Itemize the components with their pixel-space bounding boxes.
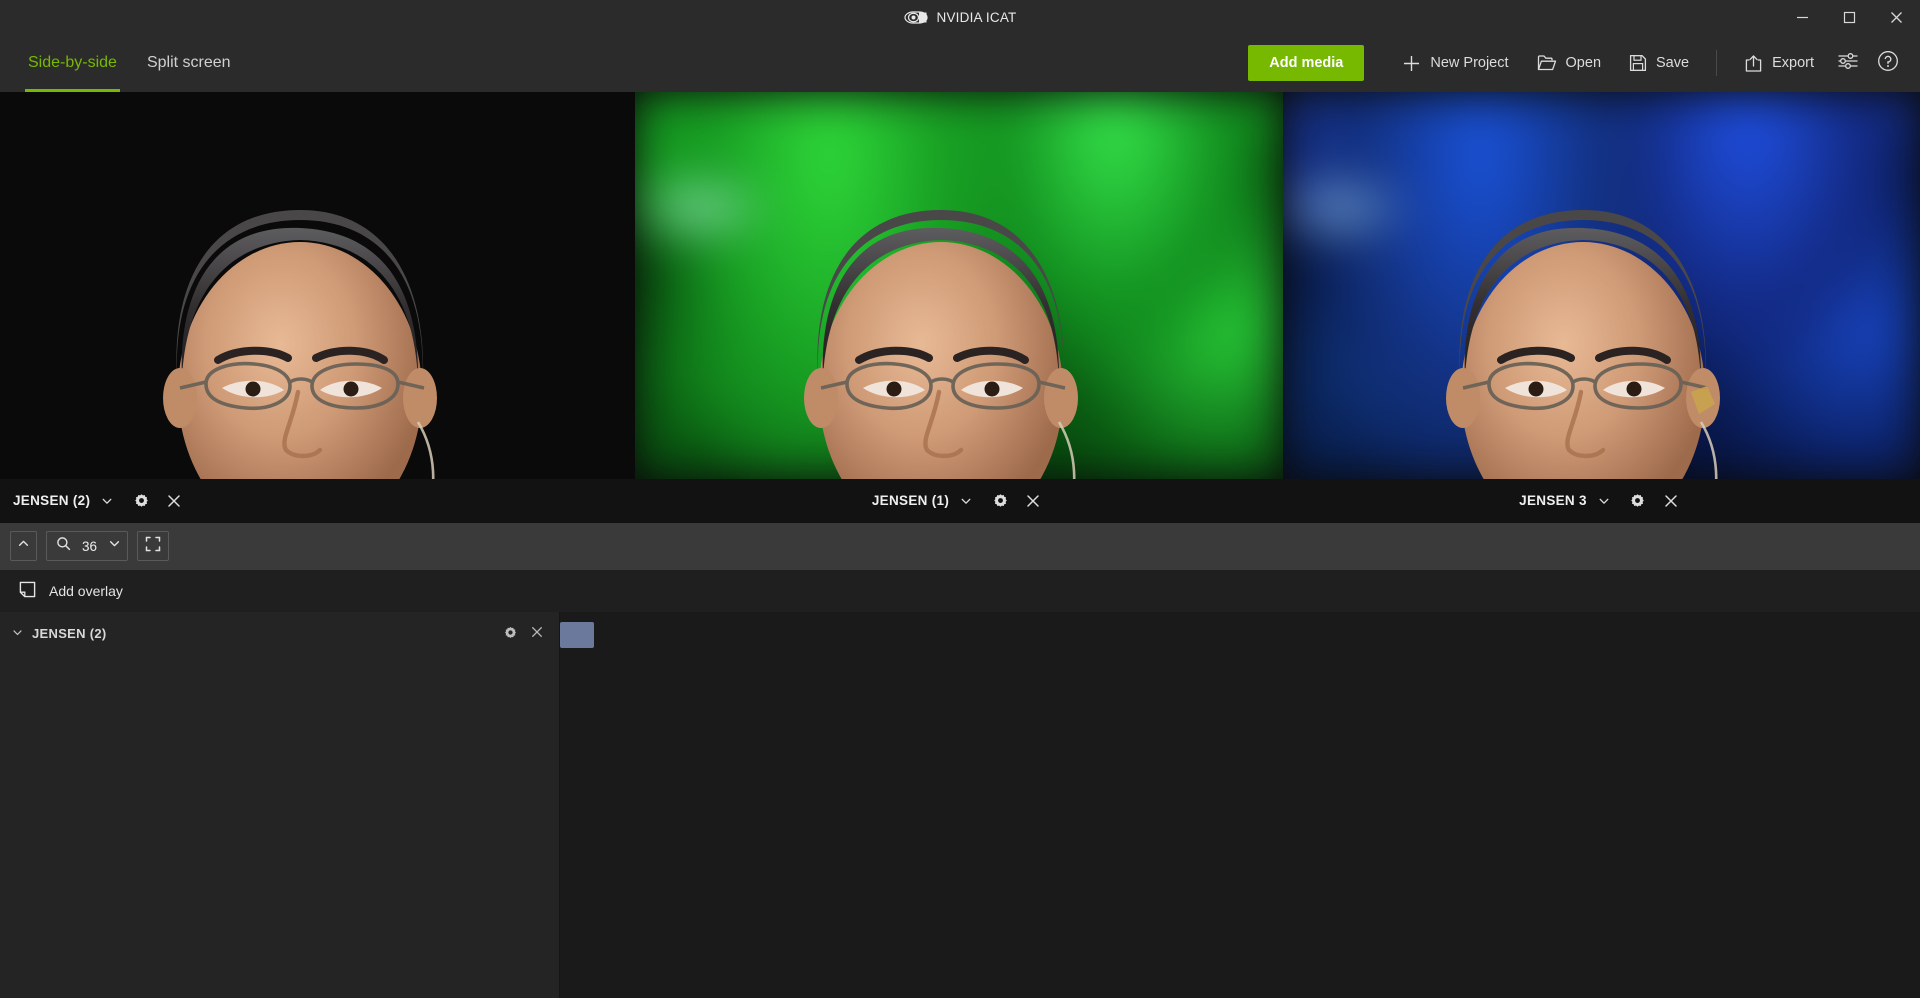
- comparison-viewer: [0, 92, 1920, 479]
- pane-label-1-text: JENSEN (2): [13, 493, 91, 508]
- pane-label-bar: JENSEN (2) JENSEN (1) JENSEN 3: [0, 478, 1920, 523]
- timeline-panel: JENSEN (2): [0, 611, 1920, 998]
- new-project-label: New Project: [1430, 55, 1509, 71]
- tab-side-by-side-label: Side-by-side: [28, 54, 117, 71]
- image-subject-2: [635, 92, 1283, 479]
- pane-3-close-button[interactable]: [1658, 487, 1684, 515]
- icat-application-window: NVIDIA ICAT Side-by-side Split screen Ad: [0, 0, 1920, 998]
- timeline-row-actions: [504, 626, 559, 642]
- pane-label-2-text: JENSEN (1): [871, 493, 950, 508]
- image-subject-3: [1283, 92, 1920, 479]
- pane-1-settings-button[interactable]: [128, 487, 154, 515]
- add-overlay-button[interactable]: Add overlay: [12, 576, 130, 606]
- floppy-disk-icon: [1629, 54, 1647, 72]
- pane-2-close-button[interactable]: [1020, 487, 1046, 515]
- help-circle-icon: [1877, 50, 1899, 77]
- close-button[interactable]: [1873, 0, 1920, 34]
- minimize-button[interactable]: [1779, 0, 1826, 34]
- toolbar-actions: Add media New Project Open Save Export: [1248, 34, 1920, 92]
- folder-open-icon: [1537, 54, 1557, 72]
- export-label: Export: [1772, 55, 1814, 71]
- collapse-panel-button[interactable]: [10, 531, 37, 561]
- new-project-button[interactable]: New Project: [1388, 44, 1522, 82]
- image-preview-1: [0, 92, 635, 479]
- pane-label-3: JENSEN 3: [1283, 479, 1920, 523]
- timeline-row-label: JENSEN (2): [32, 626, 107, 641]
- pane-3-dropdown-button[interactable]: [1591, 487, 1617, 515]
- viewer-pane-3[interactable]: [1283, 92, 1920, 479]
- title-bar: NVIDIA ICAT: [0, 0, 1920, 34]
- zoom-level-control[interactable]: 36: [46, 531, 128, 561]
- title-bar-center: NVIDIA ICAT: [0, 0, 1920, 34]
- timeline-row[interactable]: JENSEN (2): [0, 622, 559, 646]
- sliders-icon: [1837, 52, 1859, 75]
- timeline-row-close-icon[interactable]: [531, 626, 543, 641]
- pane-label-2: JENSEN (1): [635, 479, 1283, 523]
- window-title: NVIDIA ICAT: [936, 9, 1017, 25]
- pane-2-settings-button[interactable]: [987, 487, 1013, 515]
- export-upload-icon: [1744, 54, 1763, 73]
- maximize-button[interactable]: [1826, 0, 1873, 34]
- window-controls: [1779, 0, 1920, 34]
- add-overlay-label: Add overlay: [49, 582, 123, 599]
- add-media-button[interactable]: Add media: [1248, 45, 1365, 81]
- timeline-row-gear-icon[interactable]: [504, 626, 517, 642]
- magnifier-icon: [56, 536, 71, 556]
- chevron-up-icon: [17, 537, 30, 555]
- pane-3-settings-button[interactable]: [1625, 487, 1651, 515]
- image-preview-2: [635, 92, 1283, 479]
- zoom-level-value: 36: [81, 538, 98, 554]
- export-button[interactable]: Export: [1730, 44, 1828, 82]
- fit-to-screen-icon: [145, 536, 161, 557]
- overlay-box-icon: [19, 581, 36, 601]
- image-preview-3: [1283, 92, 1920, 479]
- pane-1-close-button[interactable]: [161, 487, 187, 515]
- overlay-toolbar: Add overlay: [0, 569, 1920, 612]
- view-mode-tabs: Side-by-side Split screen: [0, 34, 246, 92]
- viewer-pane-2[interactable]: [635, 92, 1283, 479]
- fit-to-screen-button[interactable]: [137, 531, 169, 561]
- pane-label-3-text: JENSEN 3: [1519, 493, 1587, 508]
- settings-button[interactable]: [1828, 44, 1868, 82]
- timeline-clip[interactable]: [560, 621, 594, 648]
- help-button[interactable]: [1868, 44, 1908, 82]
- pane-1-dropdown-button[interactable]: [94, 487, 120, 515]
- tab-side-by-side[interactable]: Side-by-side: [13, 34, 132, 92]
- timeline-track-area[interactable]: [560, 611, 1920, 998]
- main-toolbar: Side-by-side Split screen Add media New …: [0, 34, 1920, 92]
- pane-2-dropdown-button[interactable]: [953, 487, 979, 515]
- timeline-row-dropdown-icon[interactable]: [12, 626, 23, 641]
- timeline-track-list: JENSEN (2): [0, 611, 560, 998]
- chevron-down-icon[interactable]: [108, 537, 121, 555]
- save-label: Save: [1656, 55, 1690, 71]
- open-label: Open: [1565, 55, 1602, 71]
- open-button[interactable]: Open: [1523, 44, 1615, 82]
- plus-icon: [1402, 54, 1421, 73]
- pane-label-1: JENSEN (2): [0, 479, 635, 523]
- nvidia-eye-icon: [903, 10, 928, 25]
- tab-split-screen-label: Split screen: [146, 54, 231, 71]
- save-button[interactable]: Save: [1615, 44, 1703, 82]
- image-subject-1: [0, 92, 635, 479]
- tab-split-screen[interactable]: Split screen: [132, 34, 246, 92]
- toolbar-divider: [1716, 50, 1718, 76]
- zoom-toolbar: 36: [0, 522, 1920, 570]
- viewer-pane-1[interactable]: [0, 92, 635, 479]
